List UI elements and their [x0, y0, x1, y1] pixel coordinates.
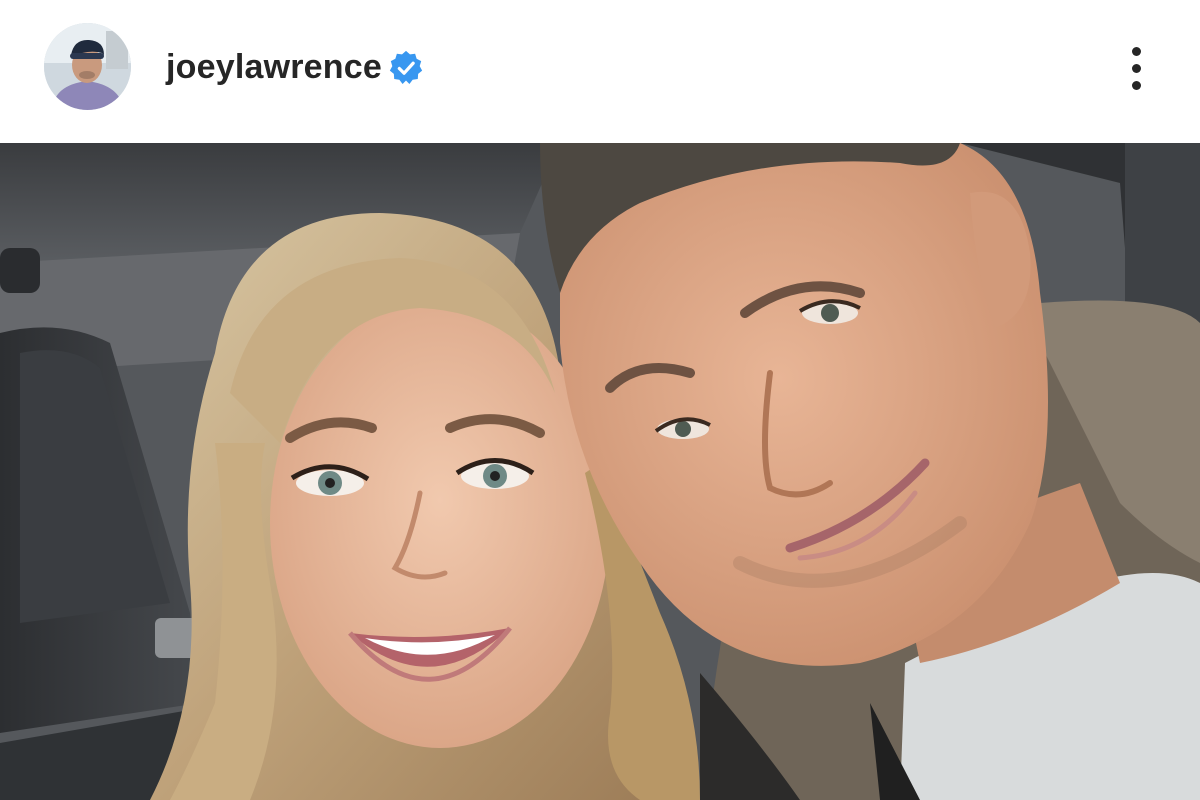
more-options-button[interactable]: [1116, 40, 1156, 96]
avatar-image: [44, 23, 131, 110]
instagram-post: joeylawrence: [0, 0, 1200, 800]
more-dot: [1131, 80, 1141, 90]
more-dot: [1131, 63, 1141, 73]
selfie-photo-image: [0, 143, 1200, 800]
verified-badge-icon: [387, 49, 425, 87]
post-photo[interactable]: [0, 143, 1200, 800]
post-header: joeylawrence: [0, 0, 1200, 143]
username[interactable]: joeylawrence: [166, 45, 382, 89]
profile-avatar[interactable]: [44, 23, 131, 110]
more-dot: [1131, 46, 1141, 56]
